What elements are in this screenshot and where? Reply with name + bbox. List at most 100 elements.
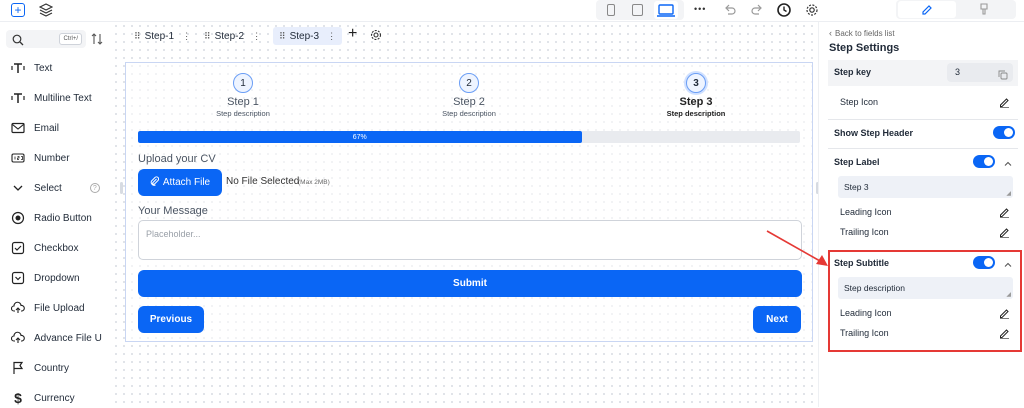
previous-label: Previous (149, 314, 193, 325)
help-icon[interactable]: ? (89, 183, 100, 193)
sidebar-item-file-upload[interactable]: File Upload (10, 298, 85, 318)
tab-step-1[interactable]: ⠿ Step-1 ⋮ (128, 27, 197, 45)
number-icon (10, 151, 26, 165)
message-label: Your Message (138, 205, 208, 217)
sidebar-item-text[interactable]: Text (10, 58, 52, 78)
style-tab-icon[interactable] (978, 3, 990, 16)
leading-icon-edit-icon[interactable] (999, 205, 1010, 218)
step-1-number[interactable]: 1 (233, 73, 253, 93)
email-icon (10, 121, 26, 135)
mobile-icon[interactable] (607, 4, 615, 16)
sidebar-item-dropdown[interactable]: Dropdown (10, 268, 80, 288)
trailing-icon-edit-icon[interactable] (999, 225, 1010, 238)
history-icon[interactable] (776, 2, 792, 18)
message-placeholder: Placeholder... (146, 229, 201, 239)
sidebar-item-label: Multiline Text (34, 92, 92, 104)
sidebar-item-number[interactable]: Number (10, 148, 70, 168)
step-3-number[interactable]: 3 (686, 73, 706, 93)
desktop-icon[interactable] (654, 1, 678, 19)
dollar-icon: $ (14, 390, 22, 406)
more-icon[interactable]: ••• (694, 4, 706, 14)
tab-label: Step-2 (214, 30, 245, 42)
tab-label: Step-1 (144, 30, 175, 42)
step-subtitle-input[interactable]: Step description ◢ (838, 277, 1013, 299)
step-subtitle-toggle[interactable] (973, 256, 995, 269)
show-header-toggle[interactable] (993, 126, 1015, 139)
layers-icon[interactable] (38, 3, 54, 17)
field-search[interactable]: Ctrl+/ (6, 30, 86, 48)
search-icon (12, 33, 24, 46)
sidebar-item-multiline-text[interactable]: Multiline Text (10, 88, 92, 108)
trailing-icon-edit-icon[interactable] (999, 326, 1010, 339)
undo-icon[interactable] (723, 3, 737, 17)
drag-handle-icon[interactable]: ⠿ (279, 31, 286, 42)
sidebar-item-country[interactable]: Country (10, 358, 69, 378)
message-textarea[interactable]: Placeholder... (138, 220, 802, 260)
previous-button[interactable]: Previous (138, 306, 204, 333)
attach-file-button[interactable]: Attach File (138, 169, 222, 196)
step-key-input[interactable]: 3 (947, 63, 1013, 82)
radio-icon (10, 211, 26, 225)
sidebar-item-currency[interactable]: $ Currency (10, 388, 74, 408)
progress-track: 67% (138, 131, 800, 143)
chevron-up-icon[interactable] (1003, 257, 1013, 267)
back-link[interactable]: ‹ Back to fields list (829, 28, 895, 38)
search-shortcut: Ctrl+/ (59, 33, 82, 45)
divider (828, 119, 1018, 120)
tab-step-3[interactable]: ⠿ Step-3 ⋮ (273, 27, 343, 45)
sidebar-item-label: Select (34, 182, 62, 194)
submit-button[interactable]: Submit (138, 270, 802, 297)
tab-step-2[interactable]: ⠿ Step-2 ⋮ (198, 27, 267, 45)
step-key-label: Step key (834, 67, 872, 77)
resize-grip-icon[interactable]: ◢ (1006, 291, 1011, 298)
resize-handle-left[interactable] (120, 182, 123, 194)
step-1-desc: Step description (216, 109, 270, 118)
settings-icon[interactable] (805, 3, 819, 17)
sidebar-item-label: Text (34, 62, 53, 74)
step-2-desc: Step description (442, 109, 496, 118)
gear-icon[interactable] (370, 28, 382, 41)
add-icon[interactable]: + (11, 3, 25, 17)
tab-menu-icon[interactable]: ⋮ (252, 31, 261, 42)
step-label-input[interactable]: Step 3 ◢ (838, 176, 1013, 198)
panel-title: Step Settings (829, 42, 900, 54)
sidebar-item-checkbox[interactable]: Checkbox (10, 238, 78, 258)
paperclip-icon (150, 176, 159, 189)
sidebar-item-select[interactable]: Select ? (10, 178, 100, 198)
step-2-number[interactable]: 2 (459, 73, 479, 93)
step-subtitle-label: Step Subtitle (834, 258, 890, 268)
annotation-arrow (766, 230, 828, 266)
resize-grip-icon[interactable]: ◢ (1006, 190, 1011, 197)
next-label: Next (766, 314, 788, 325)
progress-label: 67% (352, 133, 367, 141)
upload-icon (10, 331, 26, 345)
trailing-icon-label: Trailing Icon (840, 328, 889, 338)
add-step-icon[interactable]: + (348, 25, 357, 43)
step-key-value: 3 (955, 67, 961, 77)
multiline-text-icon (10, 91, 26, 105)
step-icon-edit-icon[interactable] (999, 95, 1010, 108)
copy-icon[interactable] (998, 67, 1008, 80)
sidebar-item-advance-file-upload[interactable]: Advance File U (10, 328, 102, 348)
drag-handle-icon[interactable]: ⠿ (134, 31, 141, 42)
no-file-text: No File Selected (226, 176, 300, 187)
sort-icon[interactable] (91, 32, 103, 46)
tab-menu-icon[interactable]: ⋮ (182, 31, 191, 42)
tablet-icon[interactable] (632, 4, 643, 16)
show-header-label: Show Step Header (834, 128, 914, 138)
dropdown-icon (10, 271, 26, 285)
drag-handle-icon[interactable]: ⠿ (204, 31, 211, 42)
tab-menu-icon[interactable]: ⋮ (327, 31, 336, 42)
sidebar-item-radio[interactable]: Radio Button (10, 208, 92, 228)
next-button[interactable]: Next (753, 306, 801, 333)
step-label-label: Step Label (834, 157, 880, 167)
sidebar-item-label: Radio Button (34, 212, 92, 224)
edit-tab-icon[interactable] (898, 1, 956, 18)
redo-icon[interactable] (750, 3, 764, 17)
chevron-up-icon[interactable] (1003, 156, 1013, 166)
leading-icon-edit-icon[interactable] (999, 306, 1010, 319)
step-label-toggle[interactable] (973, 155, 995, 168)
step-2-label: Step 2 (453, 96, 485, 108)
sidebar-item-email[interactable]: Email (10, 118, 59, 138)
leading-icon-label: Leading Icon (840, 207, 892, 217)
